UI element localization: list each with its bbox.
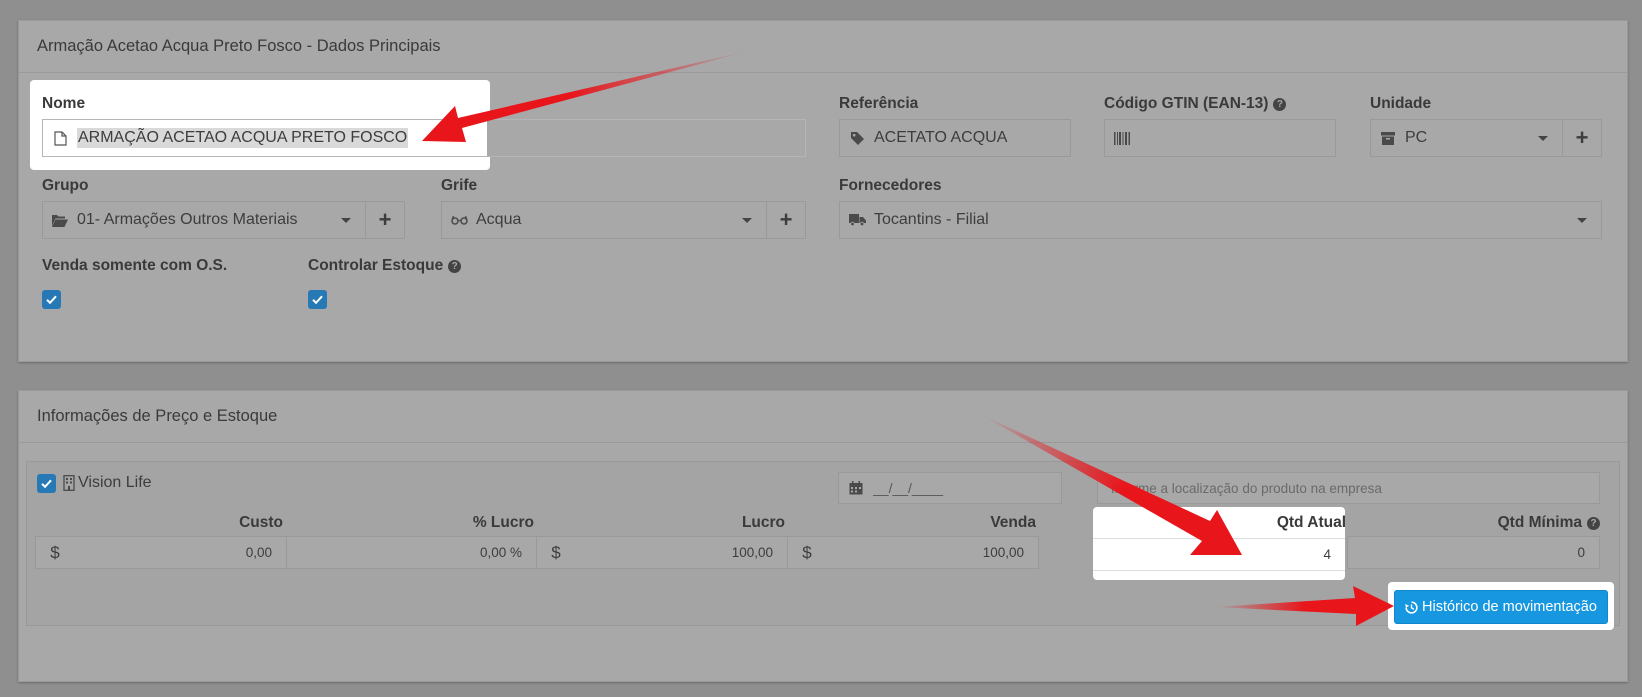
truck-icon (840, 214, 874, 226)
grife-value: Acqua (476, 211, 522, 228)
store-name: Vision Life (78, 474, 152, 491)
grife-select[interactable]: Acqua (441, 201, 767, 239)
dollar-icon: $ (551, 542, 561, 562)
panel-title: Armação Acetao Acqua Preto Fosco - Dados… (19, 21, 1627, 73)
history-icon (1405, 600, 1418, 614)
grupo-value: 01- Armações Outros Materiais (77, 211, 298, 228)
help-icon[interactable]: ? (448, 260, 462, 273)
grupo-select[interactable]: 01- Armações Outros Materiais (42, 201, 366, 239)
price-stock-panel: Informações de Preço e Estoque Vision Li… (18, 390, 1628, 682)
gtin-input[interactable] (1104, 119, 1336, 157)
store-checkbox[interactable] (37, 474, 56, 493)
barcode-icon (1105, 131, 1139, 145)
building-icon (63, 475, 75, 496)
referencia-label: Referência (839, 95, 919, 112)
nome-label: Nome (42, 95, 86, 112)
unidade-label: Unidade (1370, 95, 1432, 112)
file-icon (43, 120, 77, 156)
nome-value: ARMAÇÃO ACETAO ACQUA PRETO FOSCO (77, 128, 409, 148)
gtin-label: Código GTIN (EAN-13)? (1104, 95, 1287, 113)
help-icon[interactable]: ? (1273, 98, 1287, 111)
venda-header: Venda (990, 514, 1036, 531)
qtd-atual-header: Qtd Atual (1276, 514, 1346, 531)
add-unidade-button[interactable]: + (1562, 119, 1602, 157)
custo-input[interactable]: $ 0,00 (35, 536, 287, 569)
qtd-atual-input[interactable]: 4 (1093, 538, 1345, 571)
add-grupo-button[interactable]: + (365, 201, 405, 239)
store-section: Vision Life __/__/____ Informe a localiz… (26, 461, 1620, 626)
chevron-down-icon (742, 217, 752, 223)
tag-icon (840, 131, 874, 146)
lucro-header: Lucro (741, 514, 785, 531)
controlar-estoque-checkbox[interactable] (308, 290, 327, 309)
historico-label: Histórico de movimentação (1422, 599, 1597, 615)
lucro-pct-header: % Lucro (472, 514, 534, 531)
qtd-minima-value: 0 (1577, 545, 1585, 560)
chevron-down-icon (1538, 135, 1548, 141)
calendar-icon (839, 481, 873, 495)
location-input[interactable]: Informe a localização do produto na empr… (1097, 472, 1600, 504)
add-grife-button[interactable]: + (766, 201, 806, 239)
check-icon (41, 479, 52, 489)
dollar-icon: $ (802, 542, 812, 562)
check-icon (46, 295, 57, 305)
lucro-value: 100,00 (731, 545, 773, 560)
fornecedores-label: Fornecedores (839, 177, 942, 194)
grupo-label: Grupo (42, 177, 89, 194)
venda-os-label: Venda somente com O.S. (42, 257, 228, 274)
location-placeholder: Informe a localização do produto na empr… (1111, 480, 1382, 496)
check-icon (312, 295, 323, 305)
controlar-estoque-label: Controlar Estoque? (308, 257, 462, 275)
chevron-down-icon (341, 217, 351, 223)
venda-os-checkbox[interactable] (42, 290, 61, 309)
main-data-panel: Armação Acetao Acqua Preto Fosco - Dados… (18, 20, 1628, 362)
qtd-minima-header: Qtd Mínima? (1347, 514, 1600, 532)
historico-button[interactable]: Histórico de movimentação (1394, 590, 1608, 624)
archive-icon (1371, 131, 1405, 145)
date-placeholder: __/__/____ (873, 480, 944, 496)
glasses-icon (442, 215, 476, 225)
fornecedores-value: Tocantins - Filial (874, 211, 989, 228)
unidade-value: PC (1405, 129, 1428, 146)
custo-header: Custo (239, 514, 283, 531)
referencia-value: ACETATO ACQUA (874, 129, 1008, 146)
chevron-down-icon (1577, 217, 1587, 223)
dollar-icon: $ (50, 542, 60, 562)
lucro-pct-value: 0,00 % (479, 545, 522, 560)
unidade-select[interactable]: PC (1370, 119, 1563, 157)
nome-input[interactable]: ARMAÇÃO ACETAO ACQUA PRETO FOSCO (42, 119, 806, 157)
custo-value: 0,00 (245, 545, 272, 560)
fornecedores-select[interactable]: Tocantins - Filial (839, 201, 1602, 239)
date-input[interactable]: __/__/____ (838, 472, 1062, 504)
qtd-minima-input[interactable]: 0 (1347, 536, 1600, 569)
venda-input[interactable]: $ 100,00 (787, 536, 1039, 569)
venda-value: 100,00 (982, 545, 1024, 560)
lucro-input[interactable]: $ 100,00 (536, 536, 788, 569)
panel-title: Informações de Preço e Estoque (19, 391, 1627, 443)
lucro-pct-input[interactable]: 0,00 % (286, 536, 537, 569)
referencia-input[interactable]: ACETATO ACQUA (839, 119, 1071, 157)
help-icon[interactable]: ? (1587, 517, 1600, 530)
grife-label: Grife (441, 177, 478, 194)
qtd-atual-value: 4 (1323, 547, 1331, 562)
folder-open-icon (43, 214, 77, 227)
